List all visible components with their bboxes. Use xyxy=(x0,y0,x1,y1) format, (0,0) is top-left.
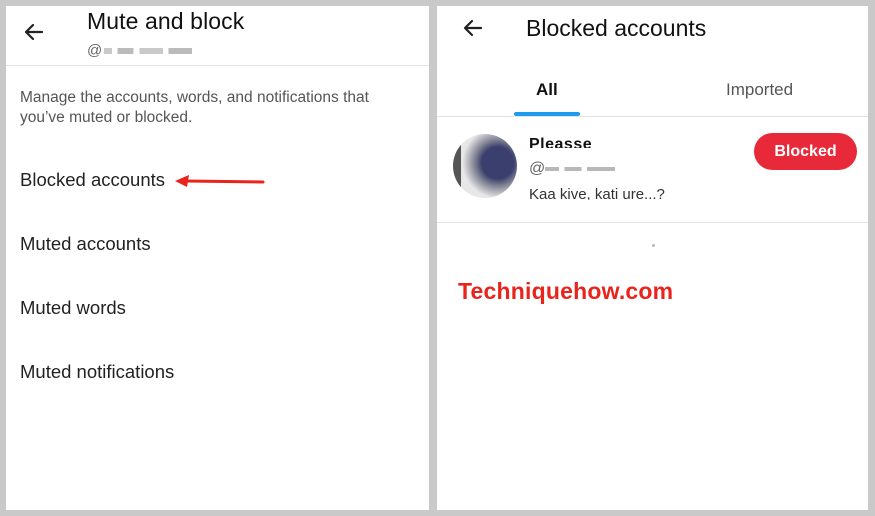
header-divider xyxy=(6,65,429,66)
description-text: Manage the accounts, words, and notifica… xyxy=(20,89,369,126)
menu-item-muted-words[interactable]: Muted words xyxy=(20,297,126,319)
obscured-handle xyxy=(545,166,616,171)
menu-item-muted-accounts[interactable]: Muted accounts xyxy=(20,233,151,255)
menu-item-muted-notifications[interactable]: Muted notifications xyxy=(20,361,174,383)
mute-and-block-screen: Mute and block @ Manage the accounts, wo… xyxy=(6,6,429,510)
handle-prefix: @ xyxy=(87,42,103,59)
user-bio: Kaa kive, kati ure...? xyxy=(529,186,665,200)
user-handle: @ xyxy=(529,160,616,178)
account-handle: @ xyxy=(87,42,203,59)
handle-prefix: @ xyxy=(529,160,546,177)
watermark-text: Techniquehow.com xyxy=(458,278,674,304)
row-divider xyxy=(437,222,868,223)
tab-all[interactable]: All xyxy=(536,80,558,100)
arrow-left-icon xyxy=(463,19,483,37)
menu-item-blocked-accounts[interactable]: Blocked accounts xyxy=(20,169,165,191)
blocked-accounts-screen: Blocked accounts All Imported Pleasse @ … xyxy=(437,6,868,510)
red-arrow-annotation xyxy=(175,175,265,187)
back-button[interactable] xyxy=(14,12,54,52)
user-display-name[interactable]: Pleasse xyxy=(529,136,592,148)
tabs-divider xyxy=(437,116,868,117)
page-title: Mute and block xyxy=(87,8,245,34)
arrow-left-icon xyxy=(24,23,44,41)
back-button[interactable] xyxy=(453,8,493,48)
avatar[interactable] xyxy=(453,134,517,198)
loading-indicator xyxy=(652,244,655,247)
page-title: Blocked accounts xyxy=(526,15,707,41)
obscured-handle xyxy=(104,48,203,55)
blocked-button[interactable]: Blocked xyxy=(754,133,857,170)
tab-imported[interactable]: Imported xyxy=(726,80,793,100)
